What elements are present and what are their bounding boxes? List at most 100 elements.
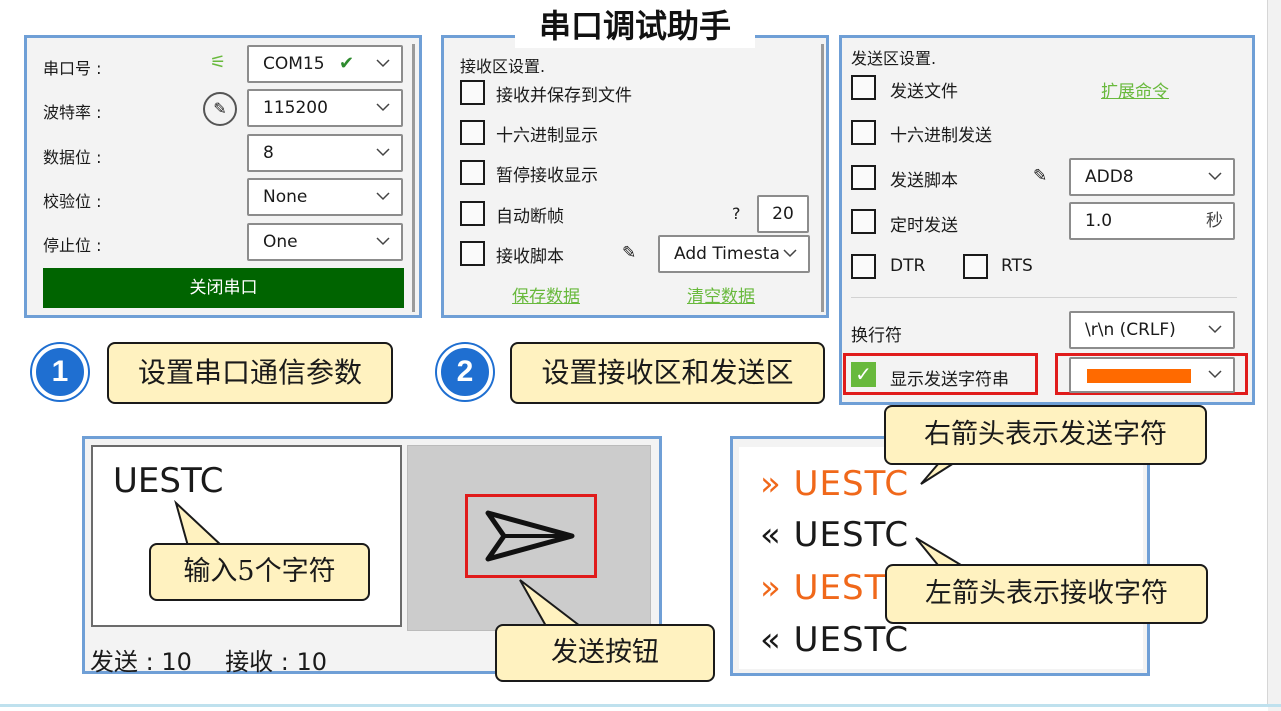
send-script-checkbox[interactable] xyxy=(851,165,876,190)
send-panel-title: 发送区设置. xyxy=(851,49,937,68)
timer-unit: 秒 xyxy=(1206,211,1223,231)
baud-label: 波特率 : xyxy=(43,103,102,122)
log-line-sent: » UESTC xyxy=(760,464,909,504)
timed-send-checkbox[interactable] xyxy=(851,209,876,234)
step1-callout: 设置串口通信参数 xyxy=(107,342,393,404)
send-input-text: UESTC xyxy=(113,461,224,501)
recv-auto-frame-checkbox[interactable] xyxy=(460,201,485,226)
edge-shade xyxy=(1268,0,1281,711)
recv-script-label: 接收脚本 xyxy=(496,247,564,267)
show-string-checkbox[interactable]: ✓ xyxy=(851,362,876,387)
port-label: 串口号 : xyxy=(43,59,102,78)
plug-icon[interactable]: ⚟ xyxy=(210,52,226,73)
recv-count: 10 xyxy=(296,648,328,676)
log-line-received: « UESTC xyxy=(760,620,909,660)
recv-script-checkbox[interactable] xyxy=(460,241,485,266)
newline-label: 换行符 xyxy=(851,326,902,346)
send-panel-divider xyxy=(851,297,1237,298)
baud-select[interactable]: 115200 xyxy=(247,89,403,127)
rts-checkbox[interactable] xyxy=(963,254,988,279)
save-data-link[interactable]: 保存数据 xyxy=(512,282,580,307)
data-bits-label: 数据位 : xyxy=(43,148,102,167)
timer-interval-value: 1.0 xyxy=(1085,211,1113,231)
sent-count-label: 发送 : xyxy=(90,648,162,676)
send-script-value: ADD8 xyxy=(1085,167,1134,187)
dtr-checkbox[interactable] xyxy=(851,254,876,279)
log-text: UESTC xyxy=(793,620,910,660)
help-icon[interactable]: ? xyxy=(732,204,741,223)
send-arrow-icon xyxy=(485,510,575,562)
recv-hex-checkbox[interactable] xyxy=(460,120,485,145)
recv-save-file-checkbox[interactable] xyxy=(460,80,485,105)
left-arrow-icon: « xyxy=(760,515,782,555)
dtr-label: DTR xyxy=(890,256,926,276)
send-hex-checkbox[interactable] xyxy=(851,120,876,145)
sent-count: 10 xyxy=(161,648,192,676)
right-arrow-icon: » xyxy=(760,464,782,504)
newline-select[interactable]: \r\n (CRLF) xyxy=(1069,311,1235,349)
recv-script-value: Add Timesta xyxy=(674,244,780,264)
newline-value: \r\n (CRLF) xyxy=(1085,320,1176,340)
receive-panel-scrollbar[interactable] xyxy=(821,44,824,312)
recv-script-pen-icon[interactable]: ✎ xyxy=(622,243,636,263)
log-line-sent: » UEST xyxy=(760,568,886,608)
chevron-down-icon xyxy=(782,237,798,271)
stop-bits-select[interactable]: One xyxy=(247,223,403,261)
recv-pause-checkbox[interactable] xyxy=(460,160,485,185)
chevron-down-icon xyxy=(1207,160,1223,194)
data-bits-select[interactable]: 8 xyxy=(247,134,403,172)
parity-label: 校验位 : xyxy=(43,192,102,211)
send-hex-label: 十六进制发送 xyxy=(890,126,992,146)
receive-panel-title: 接收区设置. xyxy=(460,57,546,76)
step1-badge: 1 xyxy=(32,344,88,400)
connected-check-icon: ✔ xyxy=(339,53,355,74)
chevron-down-icon xyxy=(375,225,391,259)
send-color-select[interactable] xyxy=(1069,357,1235,393)
recv-auto-frame-label: 自动断帧 xyxy=(496,207,564,227)
timer-interval-input[interactable]: 1.0 秒 xyxy=(1069,202,1235,240)
right-arrow-hint-callout: 右箭头表示发送字符 xyxy=(884,405,1207,465)
data-bits-value: 8 xyxy=(263,143,274,163)
port-value: COM15 xyxy=(263,54,325,74)
close-port-button[interactable]: 关闭串口 xyxy=(43,268,404,308)
baud-value: 115200 xyxy=(263,98,328,118)
recv-count-label: 接收 : xyxy=(225,648,297,676)
send-hint-pointer xyxy=(519,579,583,627)
chevron-down-icon xyxy=(375,47,391,81)
send-script-pen-icon[interactable]: ✎ xyxy=(1033,166,1047,186)
timed-send-label: 定时发送 xyxy=(890,216,958,236)
page-title: 串口调试助手 xyxy=(515,4,755,48)
extend-command-link[interactable]: 扩展命令 xyxy=(1101,77,1169,102)
send-script-select[interactable]: ADD8 xyxy=(1069,158,1235,196)
clear-data-link[interactable]: 清空数据 xyxy=(687,282,755,307)
recv-pause-label: 暂停接收显示 xyxy=(496,166,598,186)
rts-label: RTS xyxy=(1001,256,1033,276)
show-string-label: 显示发送字符串 xyxy=(890,370,1009,390)
send-file-label: 发送文件 xyxy=(890,82,958,102)
bottom-rule xyxy=(0,704,1281,707)
left-arrow-icon: « xyxy=(760,620,782,660)
parity-value: None xyxy=(263,187,308,207)
serial-panel-scrollbar[interactable] xyxy=(412,44,415,312)
recv-script-select[interactable]: Add Timesta xyxy=(658,235,810,273)
frame-timeout-input[interactable]: 20 xyxy=(757,195,809,233)
chevron-down-icon xyxy=(375,180,391,214)
chevron-down-icon xyxy=(1207,313,1223,347)
color-swatch xyxy=(1087,369,1191,383)
chevron-down-icon xyxy=(375,91,391,125)
log-text: UESTC xyxy=(793,515,910,555)
step2-callout: 设置接收区和发送区 xyxy=(510,342,825,404)
parity-select[interactable]: None xyxy=(247,178,403,216)
port-select[interactable]: COM15 ✔ xyxy=(247,45,403,83)
right-arrow-icon: » xyxy=(760,568,782,608)
chevron-down-icon xyxy=(375,136,391,170)
recv-save-file-label: 接收并保存到文件 xyxy=(496,86,632,106)
log-text: UESTC xyxy=(793,464,910,504)
step2-badge: 2 xyxy=(437,344,493,400)
status-bar: 发送 : 10 接收 : 10 xyxy=(90,642,327,677)
stop-bits-value: One xyxy=(263,232,298,252)
send-file-checkbox[interactable] xyxy=(851,75,876,100)
recv-hex-label: 十六进制显示 xyxy=(496,126,598,146)
script-pen-icon[interactable]: ✎ xyxy=(203,92,237,126)
chevron-down-icon xyxy=(1207,359,1223,391)
